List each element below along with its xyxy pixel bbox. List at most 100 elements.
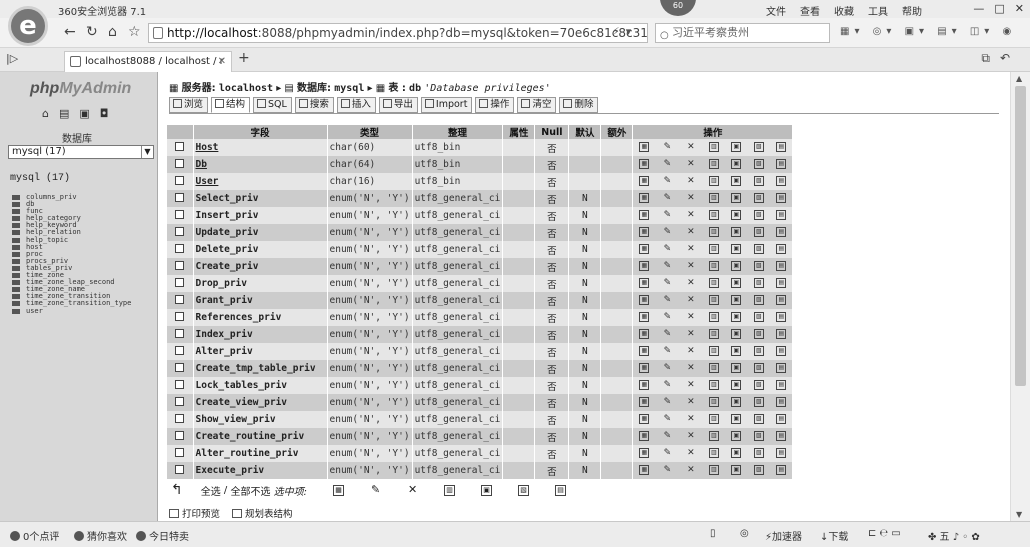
- index-icon[interactable]: ▧: [753, 210, 764, 220]
- unique-icon[interactable]: ▣: [731, 329, 742, 339]
- primary-icon[interactable]: ▥: [708, 312, 719, 322]
- scroll-down-icon[interactable]: ▼: [1016, 510, 1022, 519]
- edit-icon[interactable]: ✎: [662, 431, 673, 442]
- drop-icon[interactable]: ✕: [685, 380, 696, 391]
- bulk-unique-icon[interactable]: ▣: [481, 484, 493, 496]
- browse-distinct-icon[interactable]: ▦: [639, 295, 650, 305]
- row-checkbox[interactable]: [175, 413, 185, 423]
- index-icon[interactable]: ▧: [753, 278, 764, 288]
- bulk-edit-icon[interactable]: ✎: [370, 484, 381, 496]
- edit-icon[interactable]: ✎: [662, 363, 673, 374]
- index-icon[interactable]: ▧: [753, 380, 764, 390]
- scroll-up-icon[interactable]: ▲: [1016, 74, 1022, 83]
- row-checkbox[interactable]: [175, 192, 185, 202]
- table-icon[interactable]: [12, 273, 20, 279]
- unique-icon[interactable]: ▣: [731, 159, 742, 169]
- edit-icon[interactable]: ✎: [662, 465, 673, 476]
- unique-icon[interactable]: ▣: [731, 363, 742, 373]
- fulltext-icon[interactable]: ▤: [776, 142, 787, 152]
- fulltext-icon[interactable]: ▤: [776, 380, 787, 390]
- header-default[interactable]: 默认: [568, 125, 602, 139]
- edit-icon[interactable]: ✎: [662, 142, 673, 153]
- fulltext-icon[interactable]: ▤: [776, 329, 787, 339]
- back-arrow-icon[interactable]: ←: [64, 24, 76, 40]
- row-checkbox[interactable]: [175, 141, 185, 151]
- unique-icon[interactable]: ▣: [731, 176, 742, 186]
- table-icon[interactable]: [12, 301, 20, 307]
- row-checkbox[interactable]: [175, 209, 185, 219]
- status-tools-icons[interactable]: ⊏ ℮ ▭: [868, 528, 901, 539]
- browse-distinct-icon[interactable]: ▦: [639, 176, 650, 186]
- fulltext-icon[interactable]: ▤: [776, 346, 787, 356]
- table-icon[interactable]: [12, 237, 20, 243]
- browse-distinct-icon[interactable]: ▦: [639, 193, 650, 203]
- table-icon[interactable]: [12, 223, 20, 229]
- tab-export[interactable]: 导出: [378, 97, 418, 113]
- minimize-button[interactable]: —: [973, 2, 984, 15]
- unique-icon[interactable]: ▣: [731, 295, 742, 305]
- row-checkbox[interactable]: [175, 328, 185, 338]
- status-sale[interactable]: 今日特卖: [136, 528, 189, 543]
- phpmyadmin-logo[interactable]: phpMyAdmin: [30, 80, 131, 98]
- print-view-link[interactable]: 打印预览: [169, 506, 220, 520]
- browse-distinct-icon[interactable]: ▦: [639, 142, 650, 152]
- uncheck-all-link[interactable]: 全部不选: [230, 483, 270, 498]
- breadcrumb-table[interactable]: db: [409, 83, 421, 94]
- row-checkbox[interactable]: [175, 260, 185, 270]
- edit-icon[interactable]: ✎: [662, 448, 673, 459]
- bulk-drop-icon[interactable]: ✕: [407, 484, 418, 496]
- menu-help[interactable]: 帮助: [902, 3, 922, 18]
- tab-structure[interactable]: 结构: [211, 97, 251, 113]
- row-checkbox[interactable]: [175, 430, 185, 440]
- search-input[interactable]: ○ 习近平考察贵州: [655, 23, 830, 43]
- edit-icon[interactable]: ✎: [662, 227, 673, 238]
- primary-icon[interactable]: ▥: [708, 193, 719, 203]
- edit-icon[interactable]: ✎: [662, 278, 673, 289]
- primary-icon[interactable]: ▥: [708, 176, 719, 186]
- browse-distinct-icon[interactable]: ▦: [639, 278, 650, 288]
- row-checkbox[interactable]: [175, 277, 185, 287]
- address-bar[interactable]: http://localhost:8088/phpmyadmin/index.p…: [148, 23, 648, 43]
- index-icon[interactable]: ▧: [753, 397, 764, 407]
- bulk-browse-icon[interactable]: ▦: [333, 484, 345, 496]
- help-icon[interactable]: ◘: [100, 107, 109, 120]
- browse-distinct-icon[interactable]: ▦: [639, 414, 650, 424]
- close-button[interactable]: ✕: [1015, 2, 1024, 15]
- header-collation[interactable]: 整理: [412, 125, 504, 139]
- browse-distinct-icon[interactable]: ▦: [639, 397, 650, 407]
- edit-icon[interactable]: ✎: [662, 414, 673, 425]
- vertical-scrollbar[interactable]: ▲ ▼: [1010, 72, 1030, 521]
- drop-icon[interactable]: ✕: [685, 414, 696, 425]
- tab-insert[interactable]: 插入: [336, 97, 376, 113]
- sidebar-table-item[interactable]: user: [12, 307, 156, 315]
- unique-icon[interactable]: ▣: [731, 210, 742, 220]
- fulltext-icon[interactable]: ▤: [776, 448, 787, 458]
- check-all-link[interactable]: 全选: [201, 483, 221, 498]
- menu-view[interactable]: 查看: [800, 3, 820, 18]
- row-checkbox[interactable]: [175, 379, 185, 389]
- status-accelerator[interactable]: ⚡加速器: [765, 528, 802, 543]
- sql-query-icon[interactable]: ▤: [59, 107, 69, 120]
- index-icon[interactable]: ▧: [753, 414, 764, 424]
- address-tools-icons[interactable]: ⚡▾: [612, 25, 637, 38]
- index-icon[interactable]: ▧: [753, 176, 764, 186]
- tab-empty[interactable]: 清空: [517, 97, 557, 113]
- browse-distinct-icon[interactable]: ▦: [639, 159, 650, 169]
- table-icon[interactable]: [12, 209, 20, 215]
- edit-icon[interactable]: ✎: [662, 380, 673, 391]
- browser-tab[interactable]: localhost8088 / localhost / r ✕: [64, 51, 232, 72]
- browse-distinct-icon[interactable]: ▦: [639, 261, 650, 271]
- edit-icon[interactable]: ✎: [662, 346, 673, 357]
- fulltext-icon[interactable]: ▤: [776, 244, 787, 254]
- fulltext-icon[interactable]: ▤: [776, 278, 787, 288]
- row-checkbox[interactable]: [175, 226, 185, 236]
- table-icon[interactable]: [12, 308, 20, 314]
- browse-distinct-icon[interactable]: ▦: [639, 329, 650, 339]
- primary-icon[interactable]: ▥: [708, 278, 719, 288]
- tab-browse[interactable]: 浏览: [169, 97, 209, 113]
- index-icon[interactable]: ▧: [753, 295, 764, 305]
- primary-icon[interactable]: ▥: [708, 431, 719, 441]
- drop-icon[interactable]: ✕: [685, 176, 696, 187]
- fulltext-icon[interactable]: ▤: [776, 227, 787, 237]
- menu-tools[interactable]: 工具: [868, 3, 888, 18]
